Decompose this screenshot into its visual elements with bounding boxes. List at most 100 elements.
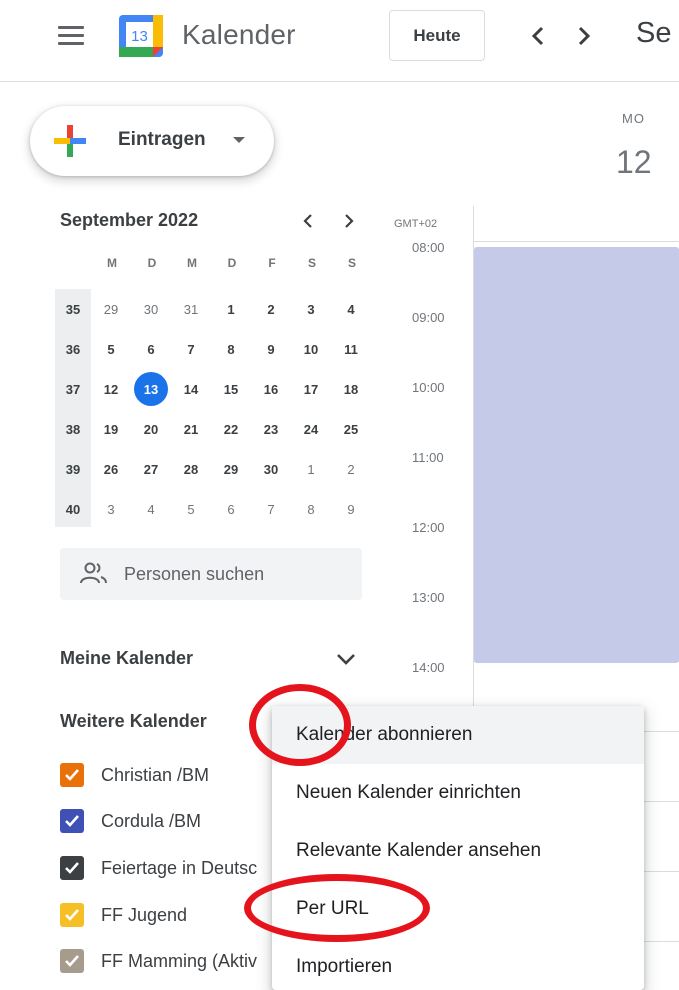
weekday-header: M — [107, 256, 117, 270]
calendar-name: FF Mamming (Aktiv — [101, 950, 258, 971]
time-label: 08:00 — [412, 240, 445, 255]
previous-period-icon[interactable] — [526, 22, 550, 50]
calendar-list-item[interactable]: Cordula /BM — [60, 806, 201, 836]
mini-calendar-day[interactable]: 29 — [211, 452, 251, 486]
mini-calendar-week-row: 39 26 27 28 29 30 1 2 — [55, 449, 371, 489]
mini-calendar-day[interactable]: 28 — [171, 452, 211, 486]
mini-calendar-day[interactable]: 14 — [171, 372, 211, 406]
create-button-label: Eintragen — [118, 129, 206, 150]
mini-calendar-day[interactable]: 5 — [171, 492, 211, 526]
mini-calendar-prev-icon[interactable] — [298, 210, 318, 232]
selected-day-marker: 13 — [134, 372, 168, 406]
create-button[interactable]: Eintragen — [30, 106, 274, 176]
mini-calendar-day[interactable]: 6 — [211, 492, 251, 526]
calendar-list-item[interactable]: FF Mamming (Aktiv — [60, 946, 257, 976]
highlight-circle-add-button — [249, 684, 351, 766]
mini-calendar-day[interactable]: 23 — [251, 412, 291, 446]
calendar-name: Cordula /BM — [101, 810, 202, 831]
main-menu-icon[interactable] — [58, 26, 84, 46]
mini-calendar-day[interactable]: 25 — [331, 412, 371, 446]
calendar-event[interactable] — [474, 247, 679, 663]
week-number: 40 — [65, 501, 81, 517]
calendar-name: Christian /BM — [101, 764, 210, 785]
time-label: 11:00 — [412, 450, 444, 465]
calendar-list-item[interactable]: Christian /BM — [60, 760, 209, 790]
hour-gridline — [474, 241, 679, 242]
mini-calendar-day[interactable]: 8 — [211, 332, 251, 366]
mini-calendar-day[interactable]: 29 — [91, 292, 131, 326]
mini-calendar-day[interactable]: 4 — [131, 492, 171, 526]
other-calendars-header[interactable]: Weitere Kalender — [60, 711, 207, 732]
mini-calendar-title: September 2022 — [60, 210, 199, 230]
mini-calendar-day[interactable]: 10 — [291, 332, 331, 366]
mini-calendar-day[interactable]: 9 — [331, 492, 371, 526]
mini-calendar-day[interactable]: 19 — [91, 412, 131, 446]
mini-calendar-next-icon[interactable] — [339, 210, 359, 232]
checkbox-checked-icon[interactable] — [60, 763, 84, 787]
mini-calendar-day[interactable]: 21 — [171, 412, 211, 446]
weekday-header: S — [347, 256, 356, 270]
mini-calendar-day[interactable]: 2 — [331, 452, 371, 486]
people-search-input[interactable]: Personen suchen — [60, 548, 362, 600]
checkbox-checked-icon[interactable] — [60, 903, 84, 927]
mini-calendar-day[interactable]: 27 — [131, 452, 171, 486]
day-number-header[interactable]: 12 — [616, 144, 652, 181]
mini-calendar-day[interactable]: 30 — [131, 292, 171, 326]
mini-calendar-week-row: 35 29 30 31 1 2 3 4 — [55, 289, 371, 329]
mini-calendar-day[interactable]: 12 — [91, 372, 131, 406]
mini-calendar-day[interactable]: 5 — [91, 332, 131, 366]
mini-calendar-day[interactable]: 3 — [91, 492, 131, 526]
calendar-logo[interactable]: 13 — [117, 13, 165, 59]
mini-calendar-day[interactable]: 16 — [251, 372, 291, 406]
checkbox-checked-icon[interactable] — [60, 809, 84, 833]
mini-calendar-week-row: 36 5 6 7 8 9 10 11 — [55, 329, 371, 369]
weekday-header: D — [147, 256, 157, 270]
checkbox-checked-icon[interactable] — [60, 949, 84, 973]
mini-calendar-day[interactable]: 22 — [211, 412, 251, 446]
menu-item-create-new[interactable]: Neuen Kalender einrichten — [272, 764, 644, 822]
mini-calendar-day[interactable]: 20 — [131, 412, 171, 446]
mini-calendar-day[interactable]: 26 — [91, 452, 131, 486]
top-app-bar: 13 Kalender Heute Se — [0, 0, 679, 82]
mini-calendar-day[interactable]: 18 — [331, 372, 371, 406]
checkbox-checked-icon[interactable] — [60, 856, 84, 880]
chevron-down-icon[interactable] — [334, 648, 358, 670]
menu-item-browse-relevant[interactable]: Relevante Kalender ansehen — [272, 822, 644, 880]
mini-calendar-grid: 35 29 30 31 1 2 3 4 36 5 6 7 8 9 10 11 37 12 13 14 15 16 17 18 3… — [55, 289, 371, 529]
mini-calendar-day[interactable]: 7 — [171, 332, 211, 366]
today-button[interactable]: Heute — [389, 10, 485, 61]
time-label: 12:00 — [412, 520, 445, 535]
day-name-header: MO — [622, 111, 645, 126]
people-icon — [80, 561, 108, 585]
mini-calendar-day[interactable]: 11 — [331, 332, 371, 366]
next-period-icon[interactable] — [572, 22, 596, 50]
mini-calendar-day[interactable]: 7 — [251, 492, 291, 526]
weekday-header: F — [268, 256, 276, 270]
mini-calendar-day[interactable]: 30 — [251, 452, 291, 486]
mini-calendar-day[interactable]: 15 — [211, 372, 251, 406]
mini-calendar-day[interactable]: 4 — [331, 292, 371, 326]
calendar-list-item[interactable]: Feiertage in Deutsc — [60, 853, 257, 883]
mini-calendar-week-row: 38 19 20 21 22 23 24 25 — [55, 409, 371, 449]
mini-calendar-day[interactable]: 1 — [211, 292, 251, 326]
week-number: 36 — [65, 341, 81, 357]
mini-calendar-day[interactable]: 13 — [131, 372, 171, 406]
mini-calendar-day[interactable]: 6 — [131, 332, 171, 366]
weekday-header: D — [227, 256, 237, 270]
time-label: 13:00 — [412, 590, 445, 605]
mini-calendar-day[interactable]: 1 — [291, 452, 331, 486]
weekday-header: M — [187, 256, 197, 270]
calendar-list-item[interactable]: FF Jugend — [60, 900, 187, 930]
people-search-placeholder: Personen suchen — [124, 564, 265, 584]
mini-calendar-day[interactable]: 2 — [251, 292, 291, 326]
mini-calendar-day[interactable]: 17 — [291, 372, 331, 406]
mini-calendar-day[interactable]: 31 — [171, 292, 211, 326]
mini-calendar-day[interactable]: 8 — [291, 492, 331, 526]
time-label: 09:00 — [412, 310, 445, 325]
menu-item-import[interactable]: Importieren — [272, 938, 644, 990]
mini-calendar-day[interactable]: 3 — [291, 292, 331, 326]
caret-down-icon — [233, 137, 245, 143]
mini-calendar-day[interactable]: 24 — [291, 412, 331, 446]
my-calendars-header[interactable]: Meine Kalender — [60, 648, 193, 669]
mini-calendar-day[interactable]: 9 — [251, 332, 291, 366]
